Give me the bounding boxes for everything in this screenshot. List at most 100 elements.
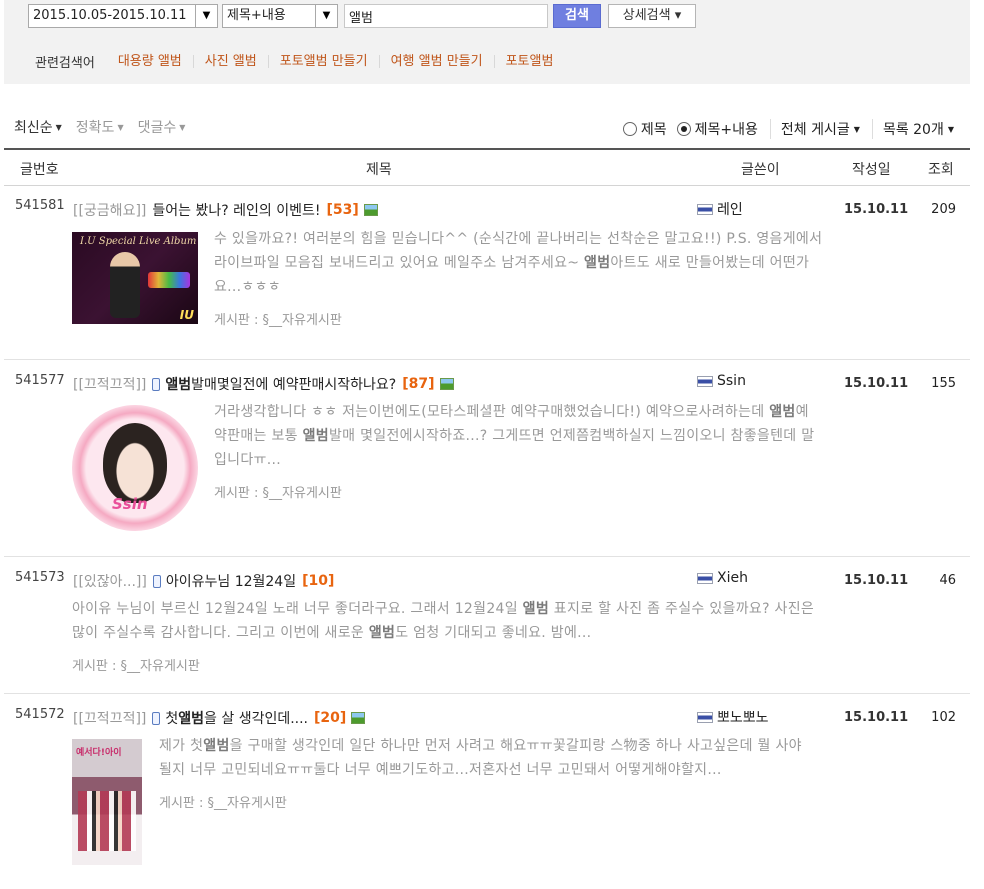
radio-label: 제목 (640, 122, 667, 138)
thumbnail-lights (148, 272, 190, 288)
table-header: 글번호 제목 글쓴이 작성일 조회 (4, 148, 970, 186)
comment-count[interactable]: [53] (326, 202, 358, 218)
post-thumbnail[interactable]: 예서다!아이 (72, 739, 142, 865)
related-searches: 관련검색어 대용량 앨범 사진 앨범 포토앨범 만들기 여행 앨범 만들기 포토… (35, 52, 565, 71)
related-link[interactable]: 사진 앨범 (192, 54, 268, 68)
post-author[interactable]: 레인 (697, 199, 743, 219)
sort-latest[interactable]: 최신순 ▼ (14, 117, 62, 137)
flag-icon (697, 375, 713, 387)
caret-down-icon: ▼ (853, 125, 860, 134)
table-row: 541572 [[끄적끄적]] 첫앨범을 살 생각인데.... [20] 뽀노뽀… (4, 694, 970, 889)
post-views: 46 (939, 573, 956, 588)
post-excerpt[interactable]: 수 있을까요?! 여러분의 힘을 믿습니다^^ (순식간에 끝나버리는 선착순은… (214, 227, 914, 299)
per-page-label: 목록 20개 (882, 122, 944, 138)
date-range-value: 2015.10.05-2015.10.11 (33, 8, 187, 23)
search-panel: 2015.10.05-2015.10.11 ▼ 제목+내용 ▼ 검색 상세검색 … (4, 0, 970, 84)
post-excerpt[interactable]: 거라생각합니다 ㅎㅎ 저는이번에도(모타스페셜판 예약구매했었습니다!) 예약으… (214, 400, 914, 472)
post-tag[interactable]: [[있잖아...]] (73, 571, 147, 591)
image-icon (363, 204, 378, 216)
related-link[interactable]: 대용량 앨범 (107, 55, 193, 68)
caret-down-icon: ▼ (179, 123, 186, 132)
excerpt-line: 라이브파일 모음집 보내드리고 있어요 메일주소 남겨주세요~ 앨범아트도 새로… (214, 255, 810, 271)
author-name[interactable]: Ssin (717, 373, 746, 389)
post-author[interactable]: Ssin (697, 373, 746, 389)
post-views: 155 (931, 376, 956, 391)
mobile-icon (152, 377, 161, 391)
post-date: 15.10.11 (844, 573, 909, 588)
comment-count[interactable]: [87] (402, 376, 434, 392)
sort-comments[interactable]: 댓글수 ▼ (138, 117, 186, 137)
author-name[interactable]: 뽀노뽀노 (717, 707, 769, 727)
flag-icon (697, 572, 713, 584)
excerpt-line: 많이 주실수록 감사합니다. 그리고 이번에 새로운 앨범도 엄청 기대되고 좋… (72, 625, 592, 641)
excerpt-line: 요...ㅎㅎㅎ (214, 279, 281, 295)
excerpt-line: 입니다ㅠ... (214, 452, 281, 468)
search-input[interactable] (344, 4, 548, 28)
excerpt-line: 약판매는 보통 앨범발매 몇일전에시작하죠...? 그게뜨면 언제쯤컴백하실지 … (214, 428, 815, 444)
post-board[interactable]: 게시판 : §__자유게시판 (214, 482, 342, 501)
radio-selected-icon (676, 122, 691, 136)
post-date: 15.10.11 (844, 376, 909, 391)
post-author[interactable]: 뽀노뽀노 (697, 707, 769, 727)
advanced-search-button[interactable]: 상세검색 ▾ (608, 4, 696, 28)
radio-label: 제목+내용 (694, 122, 758, 138)
related-link[interactable]: 여행 앨범 만들기 (378, 54, 494, 68)
search-field-select[interactable]: 제목+내용 ▼ (222, 4, 338, 28)
post-title[interactable]: 아이유누님 12월24일 (166, 571, 296, 591)
post-number: 541573 (15, 570, 65, 585)
image-icon (351, 712, 366, 724)
radio-icon (622, 122, 637, 136)
sort-options: 최신순 ▼ 정확도 ▼ 댓글수 ▼ (14, 117, 199, 137)
author-name[interactable]: Xieh (717, 570, 748, 586)
post-date: 15.10.11 (844, 710, 909, 725)
excerpt-line: 수 있을까요?! 여러분의 힘을 믿습니다^^ (순식간에 끝나버리는 선착순은… (214, 231, 823, 247)
post-title-line[interactable]: [[있잖아...]] 아이유누님 12월24일 [10] (73, 571, 334, 591)
per-page-select[interactable]: 목록 20개 ▼ (871, 119, 954, 139)
post-title[interactable]: 앨범발매몇일전에 예약판매시작하나요? (165, 374, 396, 394)
post-title[interactable]: 들어는 봤나? 레인의 이벤트! (152, 200, 320, 220)
post-title-line[interactable]: [[궁금해요]] 들어는 봤나? 레인의 이벤트! [53] (73, 200, 378, 220)
post-number: 541577 (15, 373, 65, 388)
search-field-value: 제목+내용 (227, 8, 286, 23)
excerpt-line: 거라생각합니다 ㅎㅎ 저는이번에도(모타스페셜판 예약구매했었습니다!) 예약으… (214, 404, 809, 420)
radio-title-only[interactable]: 제목 (622, 119, 667, 139)
post-tag[interactable]: [[끄적끄적]] (73, 708, 146, 728)
col-date: 작성일 (852, 162, 891, 178)
search-button[interactable]: 검색 (553, 4, 601, 28)
related-link[interactable]: 포토앨범 (493, 54, 565, 68)
related-searches-label: 관련검색어 (35, 55, 95, 71)
post-tag[interactable]: [[끄적끄적]] (73, 374, 146, 394)
post-excerpt[interactable]: 아이유 누님이 부르신 12월24일 노래 너무 좋더라구요. 그래서 12월2… (72, 597, 912, 645)
author-name[interactable]: 레인 (717, 199, 743, 219)
sort-accuracy[interactable]: 정확도 ▼ (76, 117, 124, 137)
flag-icon (697, 711, 713, 723)
post-thumbnail[interactable]: I.U Special Live Album IU (72, 232, 198, 324)
excerpt-line: 될지 너무 고민되네요ㅠㅠ둘다 너무 예쁘기도하고...저혼자선 너무 고민돼서… (159, 762, 722, 778)
flag-icon (697, 203, 713, 215)
board-select[interactable]: 전체 게시글 ▼ (769, 119, 860, 139)
post-author[interactable]: Xieh (697, 570, 748, 586)
post-board[interactable]: 게시판 : §__자유게시판 (159, 792, 287, 811)
post-excerpt[interactable]: 제가 첫앨범을 구매할 생각인데 일단 하나만 먼저 사려고 해요ㅠㅠ꽃갈피랑 … (159, 734, 909, 782)
thumbnail-figure (110, 252, 140, 318)
thumbnail-logo: IU (179, 308, 194, 322)
excerpt-line: 아이유 누님이 부르신 12월24일 노래 너무 좋더라구요. 그래서 12월2… (72, 601, 815, 617)
chevron-down-icon[interactable]: ▼ (195, 5, 217, 27)
post-title[interactable]: 첫앨범을 살 생각인데.... (165, 708, 308, 728)
comment-count[interactable]: [10] (302, 573, 334, 589)
caret-down-icon: ▼ (947, 125, 954, 134)
post-title-line[interactable]: [[끄적끄적]] 앨범발매몇일전에 예약판매시작하나요? [87] (73, 374, 454, 394)
caret-down-icon: ▼ (55, 123, 62, 132)
thumbnail-name: Ssin (112, 495, 148, 513)
radio-title-content[interactable]: 제목+내용 (676, 119, 758, 139)
comment-count[interactable]: [20] (314, 710, 346, 726)
post-tag[interactable]: [[궁금해요]] (73, 200, 146, 220)
chevron-down-icon[interactable]: ▼ (315, 5, 337, 27)
date-range-select[interactable]: 2015.10.05-2015.10.11 ▼ (28, 4, 218, 28)
post-board[interactable]: 게시판 : §__자유게시판 (72, 655, 200, 674)
post-title-line[interactable]: [[끄적끄적]] 첫앨범을 살 생각인데.... [20] (73, 708, 366, 728)
post-date: 15.10.11 (844, 202, 909, 217)
post-thumbnail[interactable]: Ssin (72, 405, 198, 531)
related-link[interactable]: 포토앨범 만들기 (267, 54, 379, 68)
post-board[interactable]: 게시판 : §__자유게시판 (214, 309, 342, 328)
